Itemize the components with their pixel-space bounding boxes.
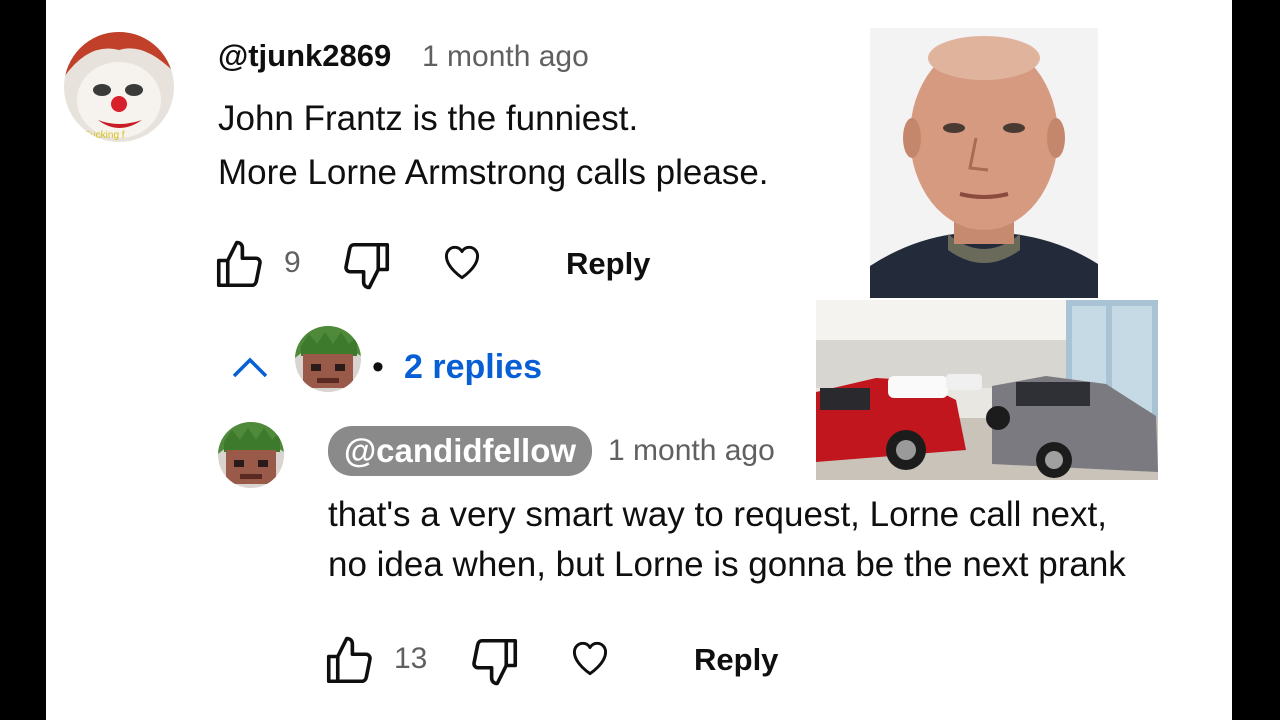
candidfellow-avatar[interactable] (218, 422, 284, 488)
reply-heart-button[interactable] (568, 636, 612, 680)
comment-line: John Frantz is the funniest. (218, 99, 639, 138)
heart-button[interactable] (440, 240, 484, 284)
reply-reply-button[interactable]: Reply (694, 642, 778, 678)
reply-timestamp[interactable]: 1 month ago (608, 434, 775, 468)
separator-dot: • (372, 348, 384, 386)
avatar-caption: Fucking f (84, 130, 125, 141)
reply-author-chip[interactable]: @candidfellow (328, 426, 593, 476)
replies-count-link[interactable]: 2 replies (404, 348, 542, 387)
comment-text: John Frantz is the funniest. More Lorne … (218, 92, 769, 200)
creator-reply-avatar (295, 326, 361, 392)
reply-like-count: 13 (394, 642, 428, 675)
chevron-up-icon (232, 357, 268, 378)
like-button[interactable] (212, 238, 266, 292)
collapse-replies-button[interactable] (230, 352, 270, 382)
reply-line: that's a very smart way to request, Lorn… (328, 495, 1107, 534)
thumbs-up-icon (216, 240, 262, 288)
comment-line: More Lorne Armstrong calls please. (218, 153, 769, 192)
heart-icon (444, 245, 480, 280)
portrait-photo (870, 28, 1098, 298)
like-count: 9 (284, 246, 301, 279)
dislike-button[interactable] (340, 238, 394, 292)
heart-icon (572, 641, 608, 676)
showroom-photo (816, 300, 1158, 480)
comments-panel: Fucking f @tjunk2869 1 month ago John Fr… (46, 0, 1232, 720)
reply-text: that's a very smart way to request, Lorn… (328, 490, 1126, 590)
reply-line: no idea when, but Lorne is gonna be the … (328, 545, 1126, 584)
tjunk-avatar[interactable]: Fucking f (64, 32, 174, 142)
reply-like-button[interactable] (322, 634, 376, 688)
thumbs-up-icon (326, 636, 372, 684)
thumbs-down-icon (472, 638, 518, 686)
thumbs-down-icon (344, 242, 390, 290)
reply-dislike-button[interactable] (468, 634, 522, 688)
comment-timestamp[interactable]: 1 month ago (422, 40, 589, 74)
comment-author[interactable]: @tjunk2869 (218, 38, 391, 74)
reply-button[interactable]: Reply (566, 246, 650, 282)
